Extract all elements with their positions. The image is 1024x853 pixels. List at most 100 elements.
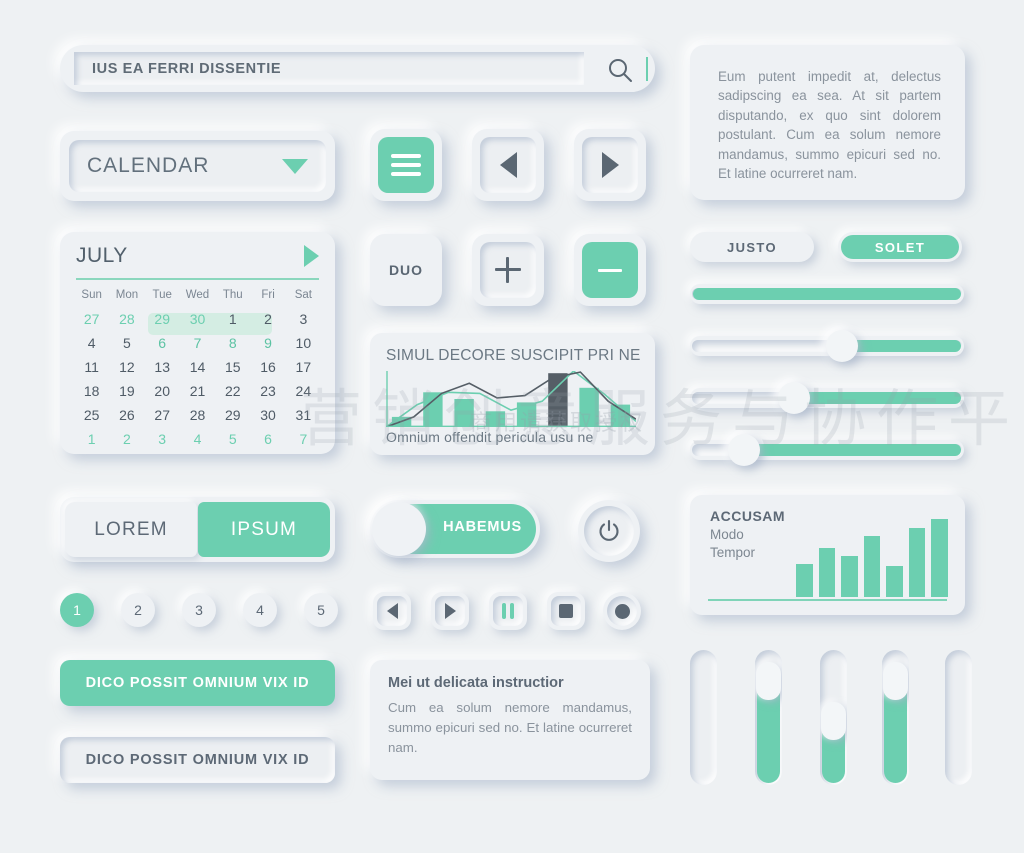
calendar-day[interactable]: 11: [74, 356, 109, 378]
calendar-day[interactable]: 7: [180, 332, 215, 354]
calendar-day[interactable]: 29: [215, 404, 250, 426]
calendar-day[interactable]: 30: [250, 404, 285, 426]
tab-solet[interactable]: SOLET: [838, 232, 962, 262]
calendar-day[interactable]: 15: [215, 356, 250, 378]
calendar-dropdown[interactable]: CALENDAR: [60, 131, 335, 201]
slider-mid[interactable]: [690, 330, 964, 362]
media-stop-face[interactable]: [551, 596, 581, 626]
calendar-day[interactable]: 6: [145, 332, 180, 354]
slider-low[interactable]: [690, 382, 964, 414]
tab-solet-face[interactable]: SOLET: [841, 235, 959, 259]
calendar-day[interactable]: 1: [215, 308, 250, 330]
previous-button[interactable]: [472, 129, 544, 201]
vslider-4[interactable]: [882, 650, 909, 785]
media-play-face[interactable]: [435, 596, 465, 626]
slider-knob[interactable]: [728, 434, 760, 466]
vslider-knob[interactable]: [821, 702, 846, 740]
vslider-knob[interactable]: [883, 662, 908, 700]
vslider-5[interactable]: [945, 650, 972, 785]
calendar-day[interactable]: 21: [180, 380, 215, 402]
slider-min[interactable]: [690, 434, 964, 466]
calendar-day[interactable]: 18: [74, 380, 109, 402]
pagination-page-1[interactable]: 1: [60, 593, 94, 627]
secondary-button-label[interactable]: DICO POSSIT OMNIUM VIX ID: [60, 737, 335, 783]
vslider-knob[interactable]: [756, 662, 781, 700]
calendar-day[interactable]: 19: [109, 380, 144, 402]
calendar-day[interactable]: 8: [215, 332, 250, 354]
calendar-day[interactable]: 3: [145, 428, 180, 450]
pagination-page-5[interactable]: 5: [304, 593, 338, 627]
segment-lorem[interactable]: LOREM: [65, 502, 197, 557]
search-input[interactable]: IUS EA FERRI DISSENTIE: [74, 52, 584, 85]
calendar-day[interactable]: 1: [74, 428, 109, 450]
calendar-grid[interactable]: Sun Mon Tue Wed Thu Fri Sat 27 28 29 30 1 2 3 4 5 6 7 8 9 10…: [74, 286, 321, 450]
segment-ipsum[interactable]: IPSUM: [198, 502, 330, 557]
media-prev-face[interactable]: [377, 596, 407, 626]
calendar-day[interactable]: 13: [145, 356, 180, 378]
secondary-button[interactable]: DICO POSSIT OMNIUM VIX ID: [60, 737, 335, 783]
calendar-day[interactable]: 7: [286, 428, 321, 450]
calendar-day[interactable]: 5: [215, 428, 250, 450]
previous-button-face[interactable]: [480, 137, 536, 193]
menu-button-face[interactable]: [378, 137, 434, 193]
plus-button[interactable]: [472, 234, 544, 306]
duo-button[interactable]: DUO: [370, 234, 442, 306]
slider-knob[interactable]: [778, 382, 810, 414]
calendar-day[interactable]: 27: [145, 404, 180, 426]
chevron-down-icon[interactable]: [282, 158, 308, 174]
menu-button[interactable]: [370, 129, 442, 201]
search-icon[interactable]: [607, 57, 633, 88]
media-prev-button[interactable]: [373, 592, 411, 630]
search-bar[interactable]: IUS EA FERRI DISSENTIE: [60, 45, 655, 92]
calendar-dropdown-inner[interactable]: CALENDAR: [69, 140, 326, 192]
calendar-day[interactable]: 4: [74, 332, 109, 354]
calendar-day[interactable]: 26: [109, 404, 144, 426]
calendar-next-month-icon[interactable]: [304, 245, 319, 267]
pagination-page-2[interactable]: 2: [121, 593, 155, 627]
minus-button[interactable]: [574, 234, 646, 306]
calendar-day[interactable]: 10: [286, 332, 321, 354]
calendar-day[interactable]: 2: [109, 428, 144, 450]
calendar-day[interactable]: 29: [145, 308, 180, 330]
minus-button-face[interactable]: [582, 242, 638, 298]
calendar-day[interactable]: 28: [180, 404, 215, 426]
pagination-page-4[interactable]: 4: [243, 593, 277, 627]
slider-full[interactable]: [690, 284, 964, 304]
calendar-day[interactable]: 17: [286, 356, 321, 378]
media-record-button[interactable]: [603, 592, 641, 630]
calendar-day[interactable]: 31: [286, 404, 321, 426]
vslider-2[interactable]: [755, 650, 782, 785]
calendar-day[interactable]: 20: [145, 380, 180, 402]
calendar-day[interactable]: 24: [286, 380, 321, 402]
tab-justo[interactable]: JUSTO: [690, 232, 814, 262]
habemus-toggle[interactable]: HABEMUS: [370, 500, 540, 558]
calendar-day[interactable]: 14: [180, 356, 215, 378]
power-button-face[interactable]: [584, 506, 634, 556]
media-pause-face[interactable]: [493, 596, 523, 626]
toggle-knob[interactable]: [372, 502, 426, 556]
primary-button-label[interactable]: DICO POSSIT OMNIUM VIX ID: [60, 660, 335, 706]
slider-knob[interactable]: [826, 330, 858, 362]
media-stop-button[interactable]: [547, 592, 585, 630]
calendar-day[interactable]: 28: [109, 308, 144, 330]
vslider-3[interactable]: [820, 650, 847, 785]
calendar-day[interactable]: 2: [250, 308, 285, 330]
calendar-day[interactable]: 25: [74, 404, 109, 426]
calendar-day[interactable]: 4: [180, 428, 215, 450]
primary-button[interactable]: DICO POSSIT OMNIUM VIX ID: [60, 660, 335, 706]
calendar-day[interactable]: 16: [250, 356, 285, 378]
calendar-day[interactable]: 22: [215, 380, 250, 402]
calendar-day[interactable]: 6: [250, 428, 285, 450]
calendar-day[interactable]: 5: [109, 332, 144, 354]
plus-button-face[interactable]: [480, 242, 536, 298]
media-pause-button[interactable]: [489, 592, 527, 630]
calendar-day[interactable]: 30: [180, 308, 215, 330]
vslider-1[interactable]: [690, 650, 717, 785]
next-button[interactable]: [574, 129, 646, 201]
next-button-face[interactable]: [582, 137, 638, 193]
calendar-day[interactable]: 23: [250, 380, 285, 402]
duo-button-face[interactable]: DUO: [378, 242, 434, 298]
calendar-day[interactable]: 12: [109, 356, 144, 378]
tab-justo-face[interactable]: JUSTO: [693, 235, 811, 259]
pagination-page-3[interactable]: 3: [182, 593, 216, 627]
